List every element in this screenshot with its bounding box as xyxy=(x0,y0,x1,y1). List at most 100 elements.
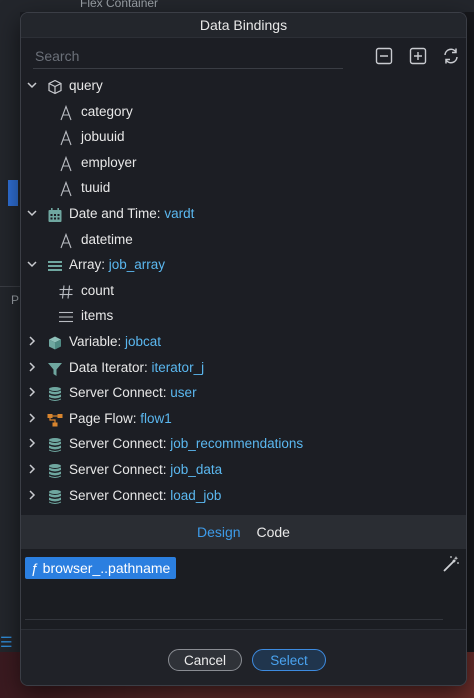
editor-tabs: Design Code xyxy=(21,515,466,549)
refresh-icon[interactable] xyxy=(442,47,460,65)
tree-item[interactable]: datetime xyxy=(21,227,466,253)
background-left-label: P xyxy=(11,293,20,307)
chevron-right-icon[interactable] xyxy=(25,463,39,477)
tree-item-label: Date and Time: vardt xyxy=(69,201,194,227)
tree-item[interactable]: jobuuid xyxy=(21,124,466,150)
tree-item[interactable]: query xyxy=(21,73,466,99)
tree-item-key: tuuid xyxy=(81,180,111,196)
text-type-icon xyxy=(58,180,74,197)
tree-item-key: Server Connect: xyxy=(69,487,171,503)
select-button[interactable]: Select xyxy=(252,649,326,671)
tree-item-label: items xyxy=(81,303,113,329)
tree-item-value: job_array xyxy=(108,257,166,273)
tree-item[interactable]: Date and Time: vardt xyxy=(21,201,466,227)
tree-item[interactable]: Data Iterator: iterator_j xyxy=(21,355,466,381)
tree-item-label: category xyxy=(81,99,133,125)
tree-item-key: Server Connect: xyxy=(69,385,171,401)
tree-item-key: items xyxy=(81,308,114,324)
editor-divider xyxy=(25,619,443,620)
chevron-right-icon[interactable] xyxy=(25,412,39,426)
chevron-right-icon[interactable] xyxy=(25,386,39,400)
chevron-down-icon[interactable] xyxy=(25,207,39,221)
expression-editor[interactable]: ƒ browser_..pathname xyxy=(21,549,466,629)
dialog-title: Data Bindings xyxy=(21,13,466,38)
tree-item-value: job_recommendations xyxy=(170,436,304,452)
background-left-panel: P ☰ xyxy=(0,12,20,652)
database-icon xyxy=(47,462,63,478)
tree-item-value: load_job xyxy=(170,487,222,503)
tree-item-key: category xyxy=(81,103,133,119)
tree-item[interactable]: Server Connect: job_recommendations xyxy=(21,431,466,457)
tree-item-value: iterator_j xyxy=(151,359,205,375)
tree-item-label: datetime xyxy=(81,227,133,253)
background-tree-item[interactable]: Flex Container xyxy=(80,0,158,10)
chevron-down-icon[interactable] xyxy=(25,79,39,93)
tree-item-key: Server Connect: xyxy=(69,436,171,452)
tree-item-label: Page Flow: flow1 xyxy=(69,406,172,432)
tree-item[interactable]: Server Connect: job_data xyxy=(21,457,466,483)
tree-item-key: Array: xyxy=(69,257,109,273)
tree-item[interactable]: Variable: jobcat xyxy=(21,329,466,355)
tree-item[interactable]: category xyxy=(21,99,466,125)
tree-item[interactable]: Array: job_array xyxy=(21,252,466,278)
tree-item[interactable]: Server Connect: load_job xyxy=(21,483,466,509)
chevron-right-icon[interactable] xyxy=(25,489,39,503)
text-type-icon xyxy=(58,155,74,171)
funnel-icon xyxy=(47,360,63,376)
tab-code[interactable]: Code xyxy=(257,515,290,549)
tree-item-key: Date and Time: xyxy=(69,205,165,221)
tree-item-label: Data Iterator: iterator_j xyxy=(69,355,204,381)
background-divider xyxy=(0,286,20,287)
database-icon xyxy=(47,436,63,453)
text-type-icon xyxy=(58,232,74,248)
tab-design[interactable]: Design xyxy=(197,515,241,549)
tree-item-label: employer xyxy=(81,150,137,176)
chevron-down-icon[interactable] xyxy=(25,258,39,272)
tree-item-key: Data Iterator: xyxy=(69,359,152,375)
magic-wand-icon[interactable] xyxy=(442,555,460,573)
tree-item-label: Server Connect: load_job xyxy=(69,483,221,509)
background-panel-top: Flex Container xyxy=(0,0,474,12)
tree-item[interactable]: Page Flow: flow1 xyxy=(21,406,466,432)
tree-item-value: job_data xyxy=(170,461,223,477)
cancel-button[interactable]: Cancel xyxy=(168,649,242,671)
tree-item-key: Variable: xyxy=(69,333,126,349)
collapse-all-icon[interactable] xyxy=(375,47,393,65)
calendar-icon xyxy=(47,206,63,222)
expression-token[interactable]: ƒ browser_..pathname xyxy=(25,557,177,579)
tree-item-key: jobuuid xyxy=(81,129,125,145)
tree-item-key: employer xyxy=(81,154,137,170)
tree-item-key: datetime xyxy=(81,231,133,247)
cube-solid-icon xyxy=(47,334,63,350)
array-icon xyxy=(47,257,63,273)
tree-item-key: Page Flow: xyxy=(69,410,141,426)
tree-item-label: count xyxy=(81,278,114,304)
tree-item-key: Server Connect: xyxy=(69,461,171,477)
flow-icon xyxy=(47,411,63,427)
tree-item-label: Server Connect: job_data xyxy=(69,457,222,483)
dialog-footer: Cancel Select xyxy=(21,629,466,685)
list-icon xyxy=(58,308,74,324)
tree-item[interactable] xyxy=(21,508,466,515)
tree-item[interactable]: count xyxy=(21,278,466,304)
background-selection-marker xyxy=(8,180,18,206)
tree-item-label: tuuid xyxy=(81,175,110,201)
tree-item[interactable]: tuuid xyxy=(21,175,466,201)
tree-item-value: jobcat xyxy=(125,333,162,349)
chevron-right-icon[interactable] xyxy=(25,361,39,375)
cube-icon xyxy=(47,78,63,95)
data-bindings-dialog: Data Bindings query category jobuuid employ… xyxy=(20,12,467,686)
list-icon[interactable]: ☰ xyxy=(0,634,13,651)
chevron-right-icon[interactable] xyxy=(25,437,39,451)
tree-item[interactable]: employer xyxy=(21,150,466,176)
search-input[interactable] xyxy=(33,44,343,69)
tree-item-value: flow1 xyxy=(140,410,172,426)
tree-item-label: Array: job_array xyxy=(69,252,165,278)
tree-item-label: Server Connect: user xyxy=(69,380,197,406)
tree-item[interactable]: items xyxy=(21,303,466,329)
bindings-tree: query category jobuuid employer tuuid Date an… xyxy=(21,73,466,515)
tree-item[interactable]: Server Connect: user xyxy=(21,380,466,406)
database-icon xyxy=(47,488,63,504)
expand-all-icon[interactable] xyxy=(409,47,427,65)
chevron-right-icon[interactable] xyxy=(25,335,39,349)
